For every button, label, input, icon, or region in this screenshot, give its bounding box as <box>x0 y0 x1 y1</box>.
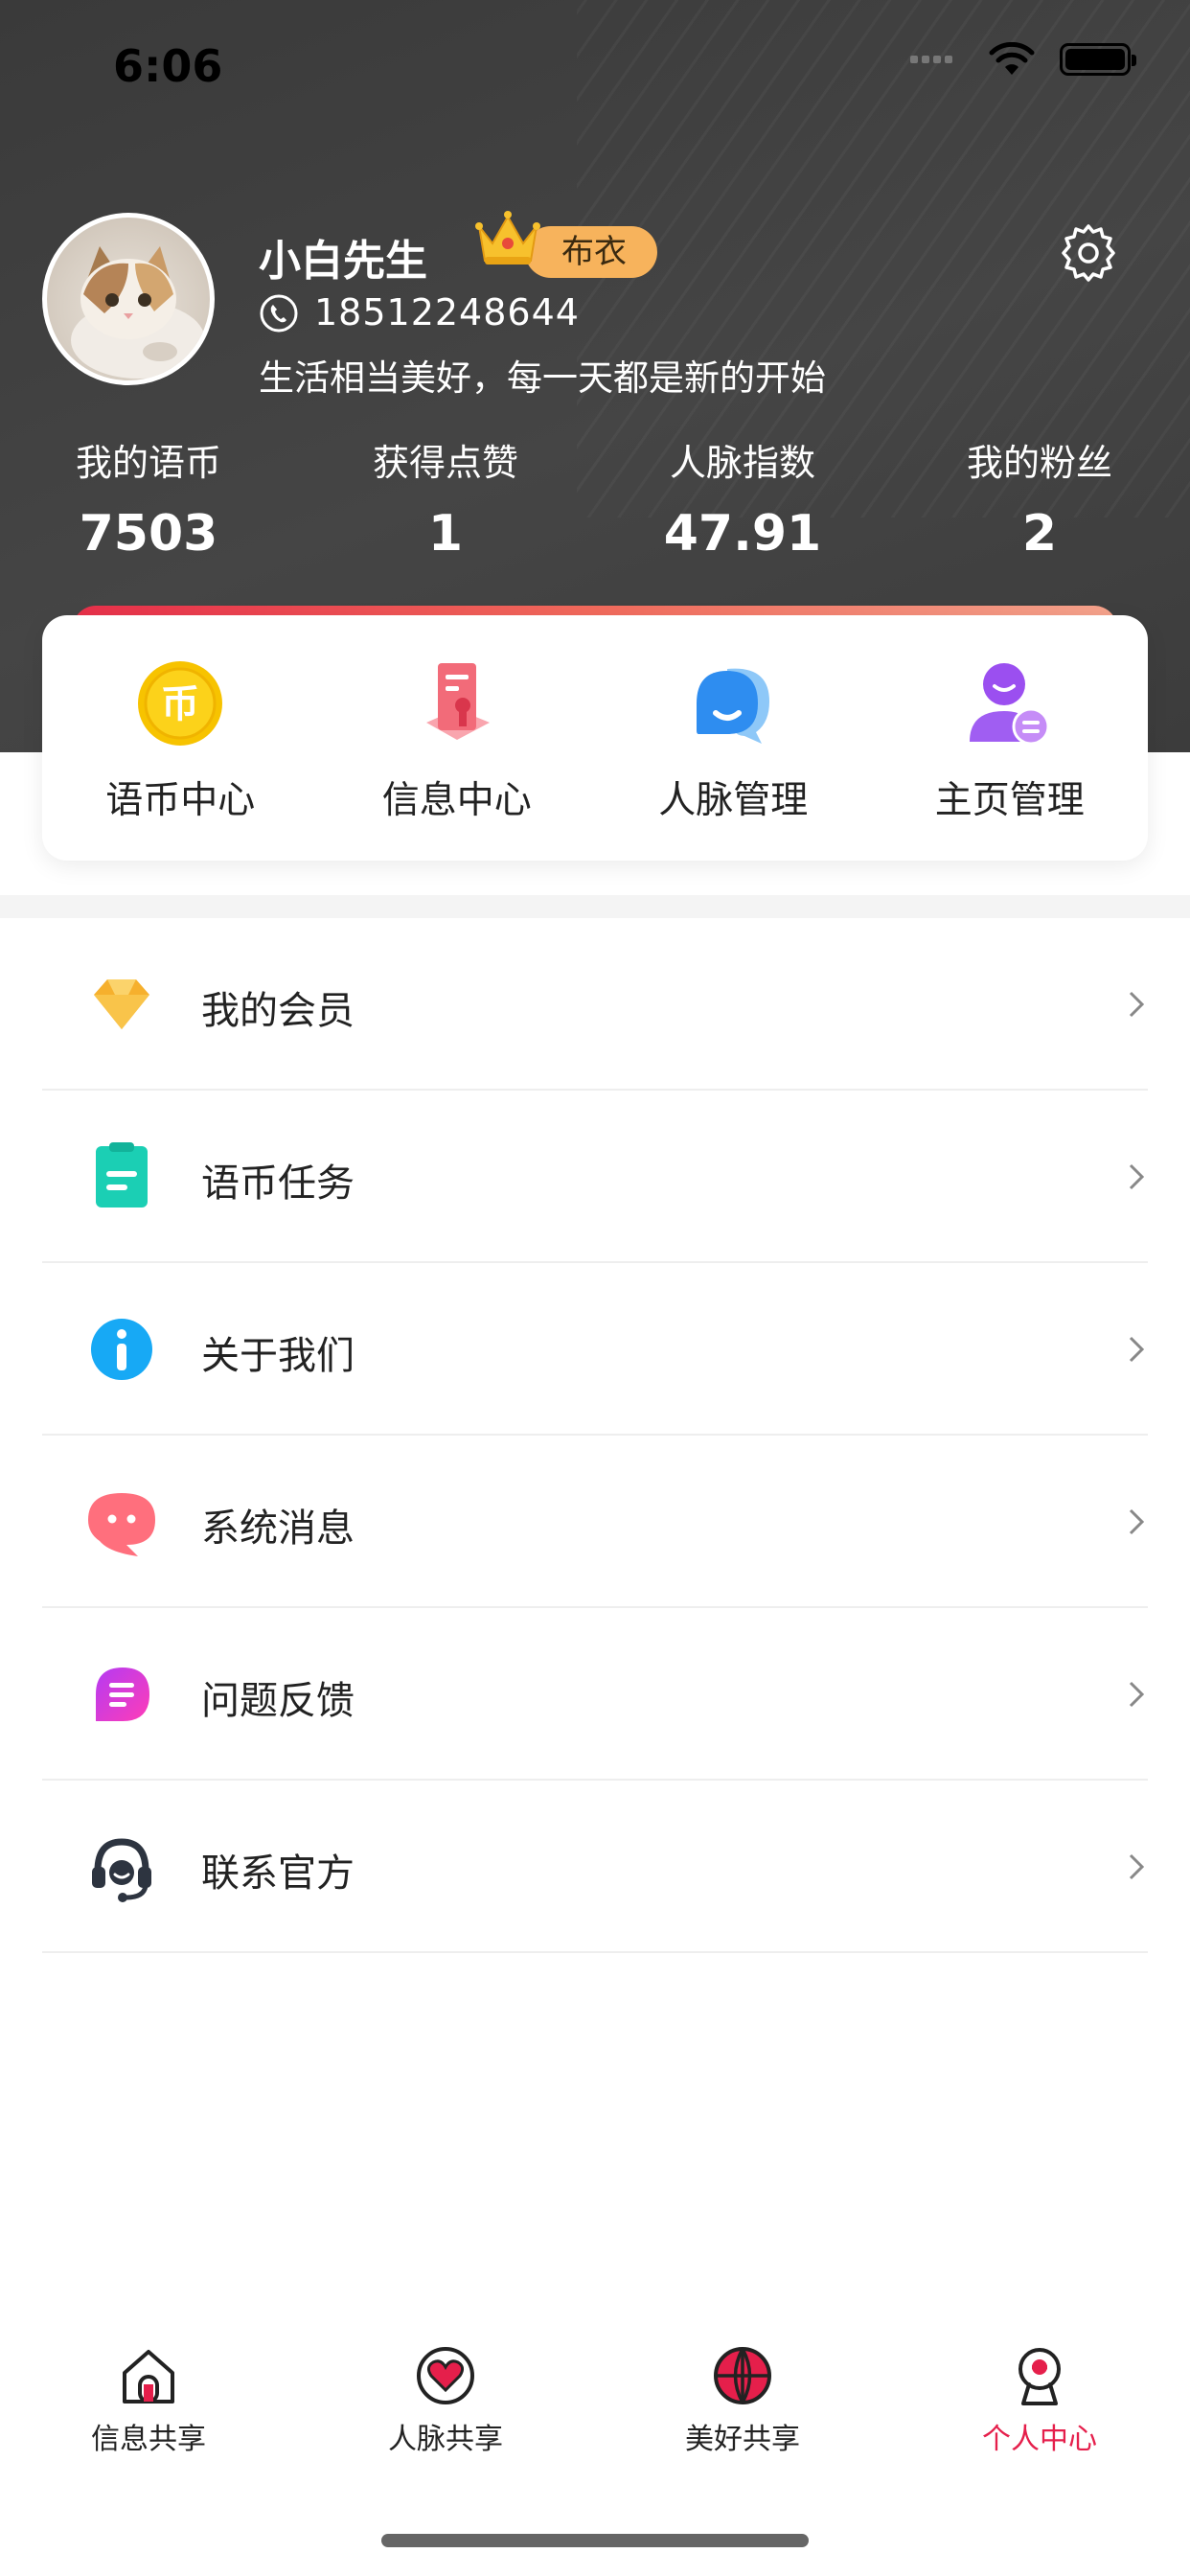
home-icon <box>123 2350 174 2404</box>
phone-number: 18512248644 <box>314 291 580 334</box>
clipboard-icon <box>96 1142 148 1208</box>
tab-personal-center[interactable]: 个人中心 <box>891 2344 1188 2478</box>
menu-item-label: 联系官方 <box>201 1852 355 1896</box>
tab-info-share[interactable]: 信息共享 <box>0 2344 297 2478</box>
menu-item-system-messages[interactable]: 系统消息 <box>0 1436 1190 1608</box>
coin-icon: 币 <box>138 661 223 746</box>
chevron-right-icon <box>1129 1163 1145 1190</box>
quick-action-label: 人脉管理 <box>658 779 809 822</box>
avatar[interactable] <box>42 213 215 385</box>
tab-beauty-share[interactable]: 美好共享 <box>594 2344 891 2478</box>
diamond-icon <box>94 979 149 1029</box>
menu-item-label: 语币任务 <box>201 1162 355 1206</box>
menu-item-about-us[interactable]: 关于我们 <box>0 1263 1190 1436</box>
home-indicator <box>381 2534 809 2547</box>
tab-label: 信息共享 <box>91 2423 206 2456</box>
stat-label: 我的语币 <box>75 442 221 484</box>
phone-icon <box>260 294 298 333</box>
menu-item-contact-official[interactable]: 联系官方 <box>0 1781 1190 1953</box>
menu-item-feedback[interactable]: 问题反馈 <box>0 1608 1190 1781</box>
gear-icon[interactable] <box>1058 222 1119 284</box>
stat-network-index[interactable]: 人脉指数 47.91 <box>594 433 891 563</box>
user-bio: 生活相当美好，每一天都是新的开始 <box>259 357 826 399</box>
globe-icon <box>714 2347 771 2404</box>
bottom-tab-bar: 信息共享 人脉共享 美好共享 个人中心 <box>0 2344 1190 2478</box>
chevron-right-icon <box>1129 1336 1145 1363</box>
document-icon <box>425 663 490 740</box>
tab-label: 人脉共享 <box>388 2423 503 2456</box>
stat-value: 2 <box>1021 505 1058 563</box>
menu-item-membership[interactable]: 我的会员 <box>0 918 1190 1091</box>
signal-icon <box>910 56 952 63</box>
level-badge: 布衣 <box>525 226 657 278</box>
quick-action-network-manage[interactable]: 人脉管理 <box>595 615 872 861</box>
headset-icon <box>92 1838 151 1902</box>
quick-action-label: 语币中心 <box>105 779 256 822</box>
user-manage-icon <box>969 663 1050 746</box>
settings-menu: 我的会员 语币任务 关于我们 系统消息 问题反馈 联系官方 <box>0 918 1190 1953</box>
stat-fans[interactable]: 我的粉丝 2 <box>891 433 1188 563</box>
quick-actions-card: 币 语币中心 信息中心 人脉管理 主页管理 <box>42 615 1148 861</box>
menu-item-label: 我的会员 <box>201 989 355 1033</box>
quick-action-homepage-manage[interactable]: 主页管理 <box>872 615 1149 861</box>
chevron-right-icon <box>1129 991 1145 1018</box>
chevron-right-icon <box>1129 1681 1145 1708</box>
stat-likes[interactable]: 获得点赞 1 <box>297 433 594 563</box>
stat-coins[interactable]: 我的语币 7503 <box>0 433 297 563</box>
stats-row: 我的语币 7503 获得点赞 1 人脉指数 47.91 我的粉丝 2 <box>0 433 1190 563</box>
stat-label: 获得点赞 <box>372 442 518 484</box>
wifi-icon <box>989 42 1035 75</box>
tab-network-share[interactable]: 人脉共享 <box>297 2344 594 2478</box>
quick-action-label: 主页管理 <box>934 779 1085 822</box>
chat-bubbles-icon <box>697 668 770 744</box>
coin-glyph: 币 <box>161 682 199 726</box>
message-icon <box>88 1493 155 1556</box>
feedback-icon <box>96 1668 149 1721</box>
stat-value: 1 <box>427 505 464 563</box>
info-icon <box>91 1319 152 1380</box>
chevron-right-icon <box>1129 1508 1145 1535</box>
row-divider <box>42 1951 1148 1953</box>
crown-icon <box>475 211 540 264</box>
stat-label: 我的粉丝 <box>966 442 1112 484</box>
quick-action-info-center[interactable]: 信息中心 <box>319 615 596 861</box>
menu-item-label: 关于我们 <box>201 1334 355 1378</box>
heart-icon <box>417 2347 474 2404</box>
status-icons <box>910 42 1136 77</box>
stat-value: 47.91 <box>663 505 822 563</box>
status-time: 6:06 <box>113 40 223 92</box>
menu-item-label: 问题反馈 <box>201 1679 355 1723</box>
chevron-right-icon <box>1129 1853 1145 1880</box>
menu-item-label: 系统消息 <box>201 1506 355 1551</box>
tab-label: 美好共享 <box>685 2423 800 2456</box>
quick-action-label: 信息中心 <box>381 779 532 822</box>
section-divider <box>0 895 1190 918</box>
stat-label: 人脉指数 <box>669 442 815 484</box>
menu-item-coin-tasks[interactable]: 语币任务 <box>0 1091 1190 1263</box>
battery-icon <box>1060 43 1136 76</box>
stat-value: 7503 <box>79 505 218 563</box>
user-name: 小白先生 <box>259 237 427 286</box>
quick-action-coin-center[interactable]: 币 语币中心 <box>42 615 319 861</box>
profile-icon <box>1018 2348 1061 2405</box>
tab-label: 个人中心 <box>982 2423 1097 2456</box>
